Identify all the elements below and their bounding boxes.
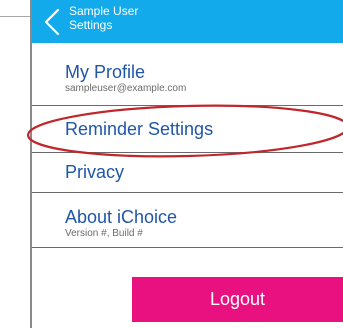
menu-item-subtitle: sampleuser@example.com [65, 83, 187, 94]
menu-item-title: Privacy [65, 162, 125, 182]
menu-item-title: Reminder Settings [65, 119, 214, 139]
chevron-left-icon[interactable] [40, 7, 66, 37]
header-title-line1: Sample User [69, 4, 139, 18]
header-title-line2: Settings [69, 18, 113, 32]
menu-item-reminder-settings[interactable]: Reminder Settings [32, 106, 343, 153]
left-divider-line [0, 16, 30, 17]
menu-item-title: About iChoice [65, 207, 178, 227]
settings-screen: Sample User Settings My Profile sampleus… [30, 0, 343, 328]
logout-button[interactable]: Logout [132, 277, 343, 322]
left-margin [0, 0, 30, 328]
menu-item-my-profile[interactable]: My Profile sampleuser@example.com [32, 43, 343, 106]
menu-item-title: My Profile [65, 62, 146, 82]
header-bar: Sample User Settings [32, 0, 343, 43]
menu-item-privacy[interactable]: Privacy [32, 153, 343, 193]
stage: Sample User Settings My Profile sampleus… [0, 0, 343, 328]
menu-item-subtitle: Version #, Build # [65, 228, 143, 239]
menu-item-about[interactable]: About iChoice Version #, Build # [32, 193, 343, 248]
header-title: Sample User Settings [69, 4, 189, 32]
